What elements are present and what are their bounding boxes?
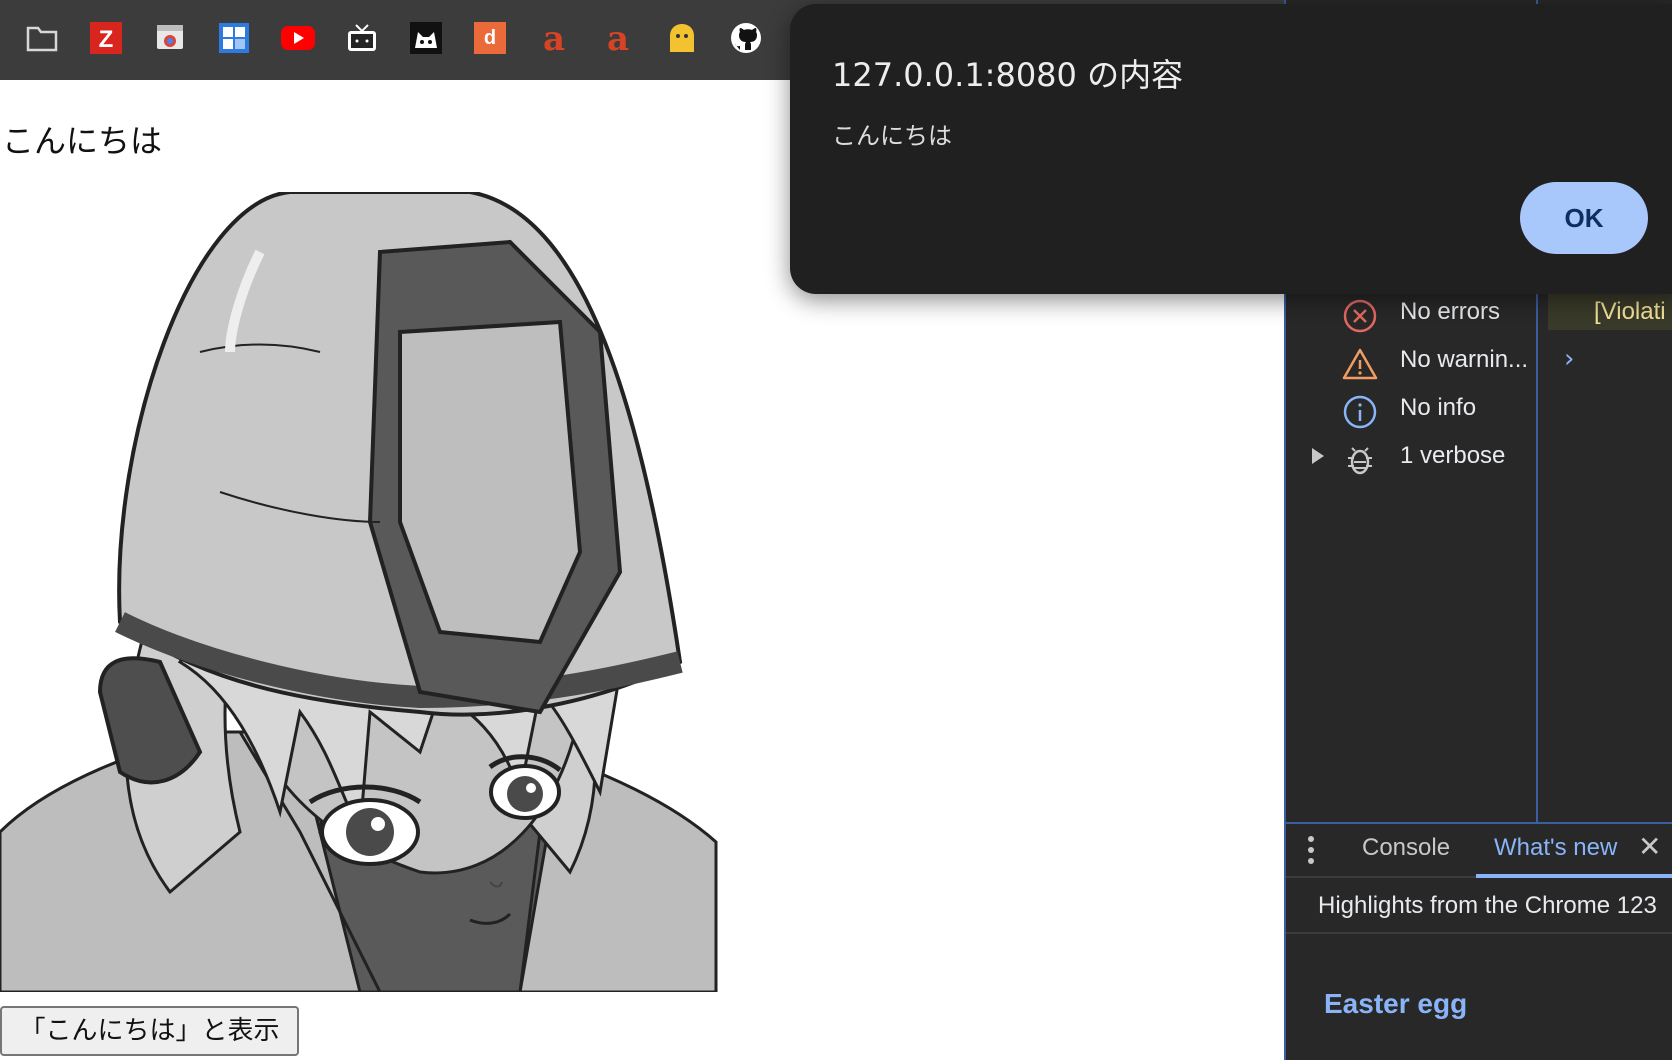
- grid-app-icon[interactable]: [216, 20, 252, 56]
- filter-errors[interactable]: No errors: [1286, 292, 1536, 336]
- page-greeting-text: こんにちは: [2, 122, 163, 160]
- filter-info-label: No info: [1400, 394, 1477, 421]
- alert-dialog: 127.0.0.1:8080 の内容 こんにちは OK: [790, 4, 1672, 294]
- tab-whats-new[interactable]: What's new: [1494, 834, 1617, 862]
- close-tab-icon[interactable]: ✕: [1638, 830, 1661, 863]
- highlights-header: Highlights from the Chrome 123: [1286, 878, 1672, 934]
- dialog-message: こんにちは: [832, 122, 952, 150]
- svg-text:a: a: [607, 22, 629, 54]
- violation-message: [Violati: [1548, 294, 1672, 330]
- tab-console[interactable]: Console: [1362, 834, 1450, 862]
- filter-verbose[interactable]: 1 verbose: [1286, 436, 1536, 480]
- d-anime-store-icon[interactable]: d: [472, 20, 508, 56]
- filter-info[interactable]: No info: [1286, 388, 1536, 432]
- filter-errors-label: No errors: [1400, 298, 1501, 325]
- z-icon[interactable]: Z: [88, 20, 124, 56]
- chrome-web-store-icon[interactable]: [152, 20, 188, 56]
- more-options-icon[interactable]: [1308, 836, 1316, 866]
- console-prompt-chevron-icon: ›: [1564, 344, 1575, 374]
- yellow-ghost-icon[interactable]: [664, 20, 700, 56]
- svg-text:a: a: [543, 22, 565, 54]
- warning-icon: [1342, 346, 1378, 382]
- anime-girl-illustration: [0, 192, 718, 992]
- info-icon: [1342, 394, 1378, 430]
- filter-warnings-label: No warnin...: [1400, 346, 1529, 373]
- easter-egg-heading[interactable]: Easter egg: [1324, 988, 1467, 1020]
- filter-verbose-label: 1 verbose: [1400, 442, 1506, 469]
- ok-button[interactable]: OK: [1520, 182, 1648, 254]
- youtube-icon[interactable]: [280, 20, 316, 56]
- amazon-icon[interactable]: a: [536, 20, 572, 56]
- niconico-icon[interactable]: [344, 20, 380, 56]
- cat-site-icon[interactable]: [408, 20, 444, 56]
- filter-warnings[interactable]: No warnin...: [1286, 340, 1536, 384]
- amazon-icon[interactable]: a: [600, 20, 636, 56]
- dialog-title: 127.0.0.1:8080 の内容: [832, 56, 1184, 94]
- drawer-tab-bar: Console What's new ✕: [1286, 822, 1672, 878]
- error-icon: [1342, 298, 1378, 334]
- highlights-text: Highlights from the Chrome 123: [1318, 892, 1657, 919]
- expand-arrow-icon[interactable]: [1312, 448, 1324, 464]
- folder-icon[interactable]: [24, 20, 60, 56]
- svg-text:Z: Z: [99, 26, 114, 53]
- bug-icon: [1342, 442, 1378, 478]
- github-icon[interactable]: [728, 20, 764, 56]
- show-greeting-button[interactable]: 「こんにちは」と表示: [0, 1006, 299, 1056]
- svg-text:d: d: [484, 27, 496, 49]
